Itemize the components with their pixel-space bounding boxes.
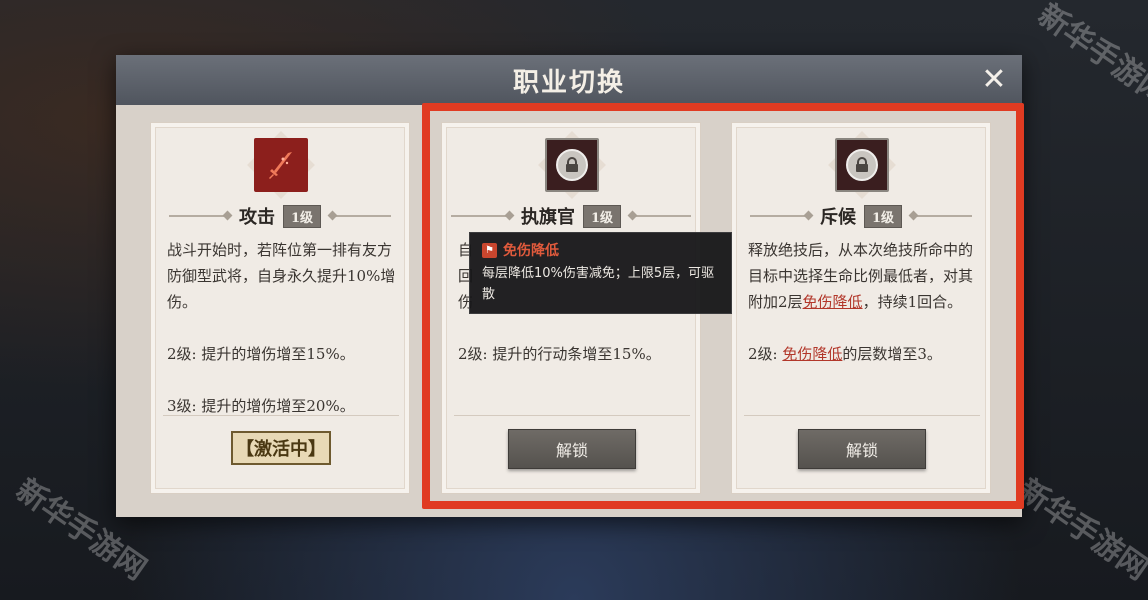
desc-level-2: 2级: 提升的增伤增至15%。 (167, 345, 355, 363)
level-badge: 1级 (282, 204, 322, 228)
sword-icon (254, 138, 308, 192)
ornament (910, 215, 973, 217)
unlock-button[interactable]: 解锁 (798, 429, 926, 469)
lock-icon (835, 138, 889, 192)
tooltip-header: ⚑ 免伤降低 (482, 240, 719, 260)
lock-icon-circle (556, 149, 588, 181)
lock-icon-circle (846, 149, 878, 181)
card-title-row: 执旗官 1级 (442, 203, 700, 229)
ornament (329, 215, 392, 217)
desc-level-1: 战斗开始时，若阵位第一排有友方防御型武将，自身永久提升10%增伤。 (167, 241, 396, 311)
lock-icon (545, 138, 599, 192)
dialog-title: 职业切换 (512, 67, 625, 98)
class-icon-frame (253, 137, 309, 193)
desc-level-2: 2级: 提升的行动条增至15%。 (458, 345, 661, 363)
active-status-badge: 【激活中】 (231, 431, 331, 465)
desc-text: 的层数增至3。 (842, 345, 942, 363)
keyword-link[interactable]: 免伤降低 (782, 345, 842, 363)
class-card-attack[interactable]: 攻击 1级 战斗开始时，若阵位第一排有友方防御型武将，自身永久提升10%增伤。 … (150, 122, 410, 494)
level-badge: 1级 (863, 204, 903, 228)
divider (744, 415, 980, 416)
desc-level-1: 释放绝技后，从本次绝技所命中的目标中选择生命比例最低者，对其附加2层免伤降低，持… (748, 237, 980, 315)
desc-text: 2级: (748, 345, 783, 363)
divider (454, 415, 690, 416)
divider (163, 415, 399, 416)
keyword-link[interactable]: 免伤降低 (803, 293, 863, 311)
close-icon[interactable]: ✕ (978, 64, 1010, 96)
desc-level-2: 2级: 免伤降低的层数增至3。 (748, 341, 980, 367)
class-icon-frame (544, 137, 600, 193)
dialog-header: 职业切换 ✕ (116, 55, 1022, 105)
card-title-row: 斥候 1级 (732, 203, 990, 229)
desc-text: ，持续1回合。 (862, 293, 963, 311)
unlock-button[interactable]: 解锁 (508, 429, 636, 469)
class-name: 执旗官 (520, 207, 575, 228)
class-description: 战斗开始时，若阵位第一排有友方防御型武将，自身永久提升10%增伤。 2级: 提升… (167, 237, 399, 419)
class-description: 释放绝技后，从本次绝技所命中的目标中选择生命比例最低者，对其附加2层免伤降低，持… (748, 237, 980, 367)
tooltip-title: 免伤降低 (503, 243, 559, 259)
level-badge: 1级 (582, 204, 622, 228)
ornament (450, 215, 513, 217)
tooltip-text: 每层降低10%伤害减免；上限5层，可驱散 (482, 266, 715, 302)
keyword-tooltip: ⚑ 免伤降低 每层降低10%伤害减免；上限5层，可驱散 (469, 232, 732, 314)
debuff-icon: ⚑ (482, 242, 497, 258)
class-icon-frame (834, 137, 890, 193)
class-name: 斥候 (819, 207, 856, 228)
ornament (168, 215, 231, 217)
class-card-scout[interactable]: 斥候 1级 释放绝技后，从本次绝技所命中的目标中选择生命比例最低者，对其附加2层… (731, 122, 991, 494)
class-name: 攻击 (238, 207, 275, 228)
ornament (629, 215, 692, 217)
ornament (749, 215, 812, 217)
card-title-row: 攻击 1级 (151, 203, 409, 229)
